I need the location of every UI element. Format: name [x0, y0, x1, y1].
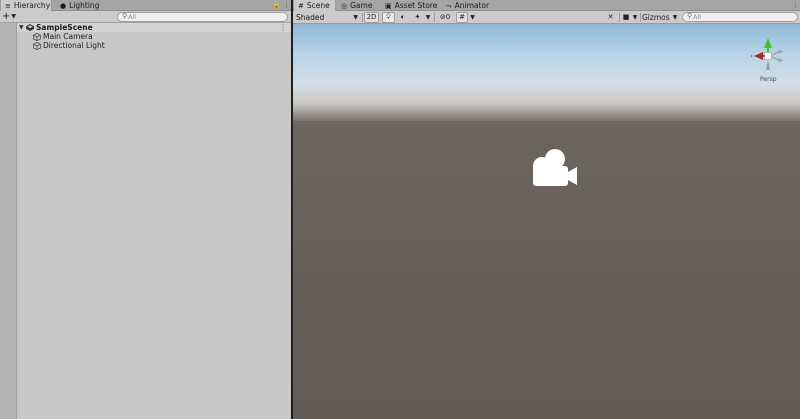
effects-icon: ✦	[414, 13, 421, 21]
chevron-down-icon: ▼	[425, 14, 431, 21]
toolbar-separator	[362, 13, 363, 22]
2d-toggle-button[interactable]: 2D	[364, 12, 379, 23]
scene-search-input[interactable]: ⚲ All	[682, 12, 798, 22]
audio-toggle-button[interactable]: 🔈︎	[397, 12, 409, 23]
tab-scene[interactable]: # Scene	[293, 0, 336, 11]
camera-settings-dropdown[interactable]: ▼	[631, 12, 639, 23]
hierarchy-search-input[interactable]: ⚲ All	[117, 12, 288, 22]
lock-icon[interactable]: 🔒	[272, 0, 281, 11]
orientation-gizmo[interactable]	[748, 34, 788, 82]
toolbar-separator	[619, 13, 620, 22]
search-icon: ⚲	[122, 12, 128, 20]
speaker-icon: 🔈︎	[400, 13, 406, 21]
grid-dropdown[interactable]: ▼	[468, 12, 477, 23]
toolbar-separator	[434, 13, 435, 22]
gizmos-dropdown[interactable]: ▼	[671, 12, 679, 23]
gizmos-button[interactable]: Gizmos	[642, 12, 670, 23]
effects-dropdown[interactable]: ▼	[424, 12, 432, 23]
chevron-down-icon: ▼	[11, 13, 17, 20]
tab-asset-store[interactable]: ▣ Asset Store	[381, 0, 441, 11]
effects-toggle-button[interactable]: ✦	[411, 12, 424, 23]
scene-viewport[interactable]: Persp	[293, 24, 800, 419]
unity-scene-icon	[26, 24, 34, 31]
scene-visibility-toggle[interactable]: ⊘0	[436, 12, 454, 23]
grid-icon: #	[459, 13, 465, 21]
chevron-down-icon: ▼	[470, 14, 475, 21]
hierarchy-toolbar: +▼ ⚲ All	[0, 11, 291, 23]
scene-toolbar: Shaded ▼ 2D 💡︎ 🔈︎ ✦ ▼ ⊘0 # ▼ ✕ ■ ▼ Gizmo…	[293, 11, 800, 24]
scene-tools-button[interactable]: ✕	[604, 12, 617, 23]
scene-root-row[interactable]: ▼ SampleScene ⋮	[17, 23, 291, 32]
camera-icon: ■	[622, 13, 630, 21]
scene-tab-bar: # Scene ◎ Game ▣ Asset Store ⤳ Animator ⋮	[293, 0, 800, 11]
chevron-down-icon: ▼	[353, 14, 358, 21]
cube-icon	[33, 33, 41, 41]
hierarchy-panel: ≡ Hierarchy ● Lighting 🔒 ⋮ +▼ ⚲ All ▼ Samp…	[0, 0, 291, 419]
tab-hierarchy[interactable]: ≡ Hierarchy	[0, 0, 52, 11]
grid-toggle-button[interactable]: #	[456, 12, 468, 23]
lighting-toggle-button[interactable]: 💡︎	[382, 12, 395, 23]
hierarchy-item-directional-light[interactable]: Directional Light	[17, 41, 291, 50]
camera-settings-button[interactable]: ■	[621, 12, 631, 23]
hierarchy-tab-bar: ≡ Hierarchy ● Lighting 🔒 ⋮	[0, 0, 291, 11]
scene-panel: # Scene ◎ Game ▣ Asset Store ⤳ Animator ⋮ Sh…	[293, 0, 800, 419]
add-object-button[interactable]: +▼	[2, 11, 16, 23]
panel-menu-icon[interactable]: ⋮	[283, 0, 290, 11]
search-icon: ⚲	[687, 12, 693, 20]
tab-animator[interactable]: ⤳ Animator	[442, 0, 493, 11]
toolbar-separator	[640, 13, 641, 22]
lightbulb-icon: 💡︎	[386, 13, 391, 21]
tab-game[interactable]: ◎ Game	[337, 0, 376, 11]
scene-menu-icon[interactable]: ⋮	[279, 23, 287, 32]
projection-label[interactable]: Persp	[760, 76, 777, 83]
hierarchy-item-main-camera[interactable]: Main Camera	[17, 32, 291, 41]
expand-arrow-icon[interactable]: ▼	[19, 23, 24, 32]
panel-menu-icon[interactable]: ⋮	[792, 0, 799, 11]
shading-mode-dropdown[interactable]: Shaded ▼	[294, 12, 360, 23]
cube-icon	[33, 42, 41, 50]
tab-lighting[interactable]: ● Lighting	[56, 0, 103, 11]
horizon-line	[293, 121, 800, 122]
hierarchy-tree: ▼ SampleScene ⋮ Main Camera Directional …	[17, 23, 291, 419]
tools-icon: ✕	[607, 13, 614, 21]
chevron-down-icon: ▼	[672, 14, 678, 21]
chevron-down-icon: ▼	[632, 14, 638, 21]
camera-gizmo-icon[interactable]	[521, 144, 585, 192]
